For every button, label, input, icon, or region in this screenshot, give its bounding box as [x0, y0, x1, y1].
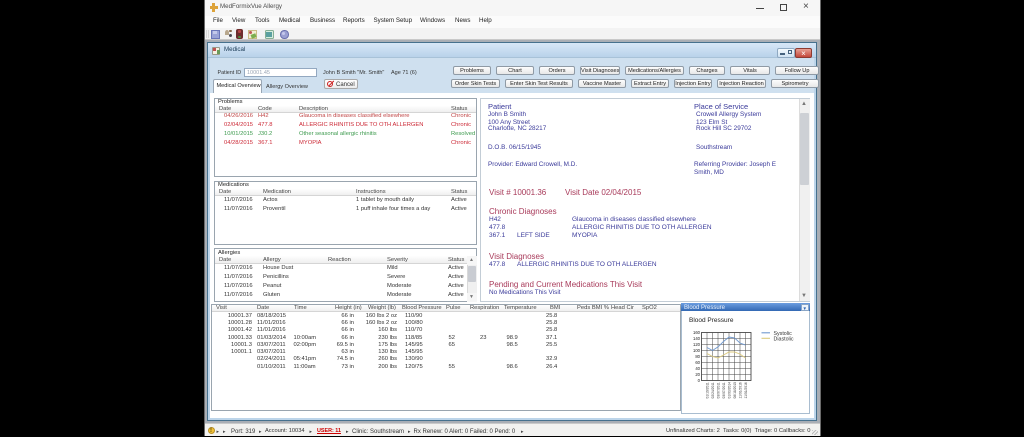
svg-text:11/01/2016: 11/01/2016 [739, 382, 743, 398]
svg-text:0: 0 [698, 378, 701, 383]
svg-text:100: 100 [693, 348, 701, 353]
svg-text:Diastolic: Diastolic [774, 336, 794, 342]
svg-text:08/18/2015: 08/18/2015 [733, 382, 737, 399]
svg-text:60: 60 [695, 360, 700, 365]
svg-text:120: 120 [693, 342, 701, 347]
svg-text:160: 160 [693, 330, 701, 335]
svg-text:20: 20 [695, 372, 700, 377]
svg-text:02/24/2011: 02/24/2011 [711, 382, 715, 398]
svg-text:140: 140 [693, 336, 701, 341]
svg-text:80: 80 [695, 354, 700, 359]
svg-text:01/03/2014: 01/03/2014 [728, 382, 732, 399]
svg-text:03/07/2011: 03/07/2011 [717, 382, 721, 398]
svg-text:11/01/2016: 11/01/2016 [744, 382, 748, 398]
svg-text:40: 40 [695, 366, 700, 371]
svg-text:03/07/2011: 03/07/2011 [722, 382, 726, 398]
svg-text:01/10/2011: 01/10/2011 [706, 382, 710, 398]
